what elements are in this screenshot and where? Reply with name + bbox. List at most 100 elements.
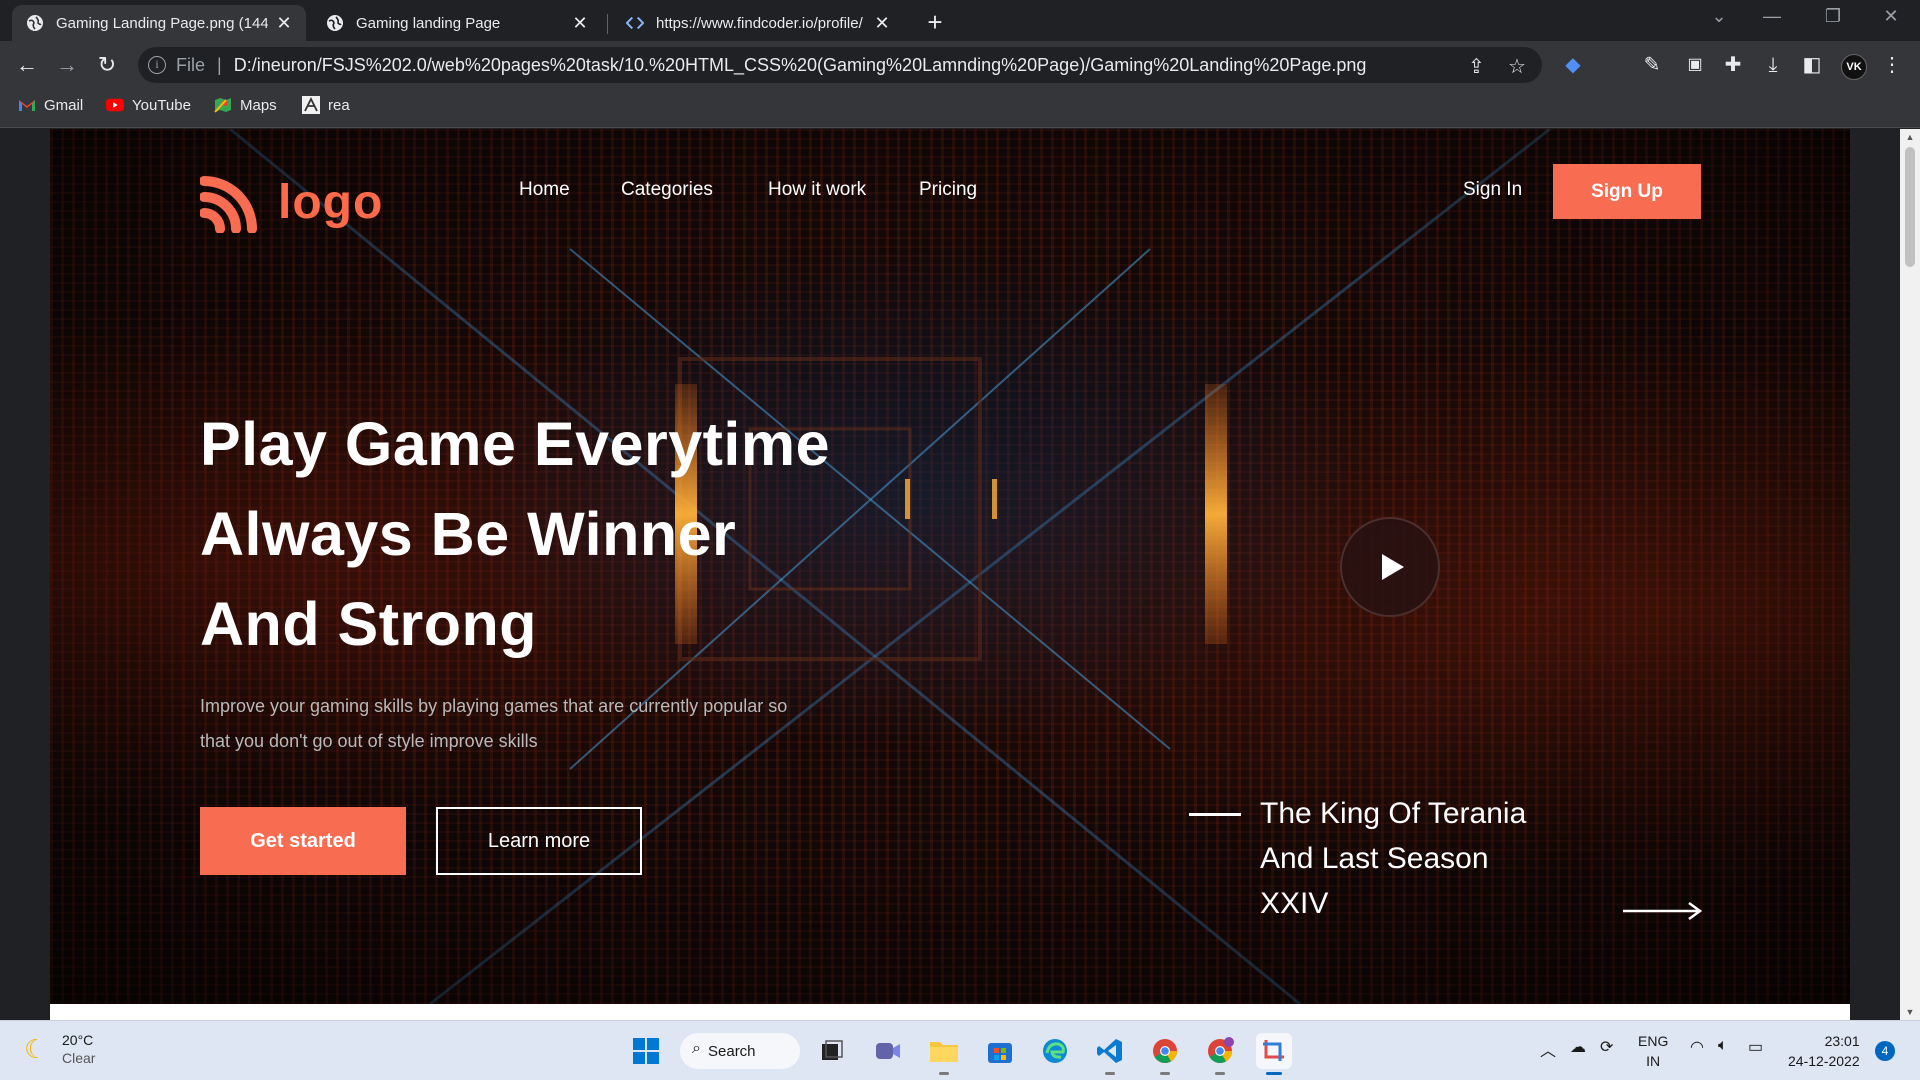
start-button[interactable] [628,1033,664,1069]
nav-how-it-work[interactable]: How it work [768,179,866,201]
scroll-thumb[interactable] [1905,147,1915,267]
back-button[interactable]: ← [11,49,43,81]
forward-button[interactable]: → [51,49,83,81]
extensions-puzzle-icon[interactable]: ✚ [1721,54,1745,78]
vscode-icon [1097,1039,1122,1063]
pen-icon[interactable]: ✎ [1640,54,1664,78]
search-icon: ⌕ [692,1040,701,1057]
next-section-edge [50,1004,1850,1020]
logo-text: logo [278,175,384,229]
task-view-button[interactable] [814,1033,850,1069]
avatar[interactable]: VK [1841,54,1867,80]
tab-gaming-landing-png[interactable]: Gaming Landing Page.png (1440 ✕ [12,5,306,41]
star-icon[interactable]: ☆ [1508,54,1526,79]
hero-headline: Play Game Everytime Always Be Winner And… [200,399,830,669]
page-viewport: logo Home Categories How it work Pricing… [0,129,1900,1020]
cloud-icon[interactable]: ☁ [1570,1037,1586,1057]
bookmark-maps[interactable]: Maps [214,96,277,114]
notification-badge[interactable]: 4 [1875,1041,1895,1061]
share-icon[interactable]: ⇪ [1468,54,1485,79]
nav-home[interactable]: Home [519,179,570,201]
store-button[interactable] [982,1033,1018,1069]
tab-findcoder[interactable]: https://www.findcoder.io/profile/ ✕ [612,5,904,41]
address-separator: | [217,54,222,75]
bookmark-youtube[interactable]: YouTube [106,96,191,114]
get-started-button[interactable]: Get started [200,807,406,875]
learn-more-button[interactable]: Learn more [436,807,642,875]
side-panel-icon[interactable]: ◧ [1800,54,1824,78]
wifi-icon[interactable]: ◠ [1690,1037,1704,1057]
browser-toolbar: ← → ↻ i File | D:/ineuron/FSJS%202.0/web… [0,41,1920,88]
url-text[interactable]: D:/ineuron/FSJS%202.0/web%20pages%20task… [234,55,1367,76]
menu-kebab-icon[interactable]: ⋮ [1880,54,1904,78]
extension-off-icon[interactable]: ▣ [1683,54,1707,78]
minimize-button[interactable]: — [1752,6,1792,27]
play-video-button[interactable] [1340,517,1440,617]
close-tab-icon[interactable]: ✕ [874,13,890,34]
close-window-button[interactable]: ✕ [1871,6,1911,27]
snipping-tool-icon [1263,1040,1284,1061]
scheme-label: File [176,54,206,75]
sync-icon[interactable]: ⟳ [1600,1037,1613,1057]
weather-temp: 20°C [62,1032,94,1048]
site-logo[interactable]: logo [200,171,383,233]
extension-gem-icon[interactable]: ◆ [1561,54,1585,78]
address-bar[interactable]: i File | D:/ineuron/FSJS%202.0/web%20pag… [138,47,1542,83]
page-scrollbar[interactable]: ▲ ▼ [1900,129,1920,1020]
tab-search-icon[interactable]: ⌄ [1699,6,1739,27]
windows-logo-icon [633,1038,659,1064]
scroll-down-arrow-icon[interactable]: ▼ [1900,1004,1920,1020]
play-icon [1381,554,1404,580]
bookmark-gmail[interactable]: Gmail [18,96,83,114]
edge-icon [1043,1039,1067,1063]
arrow-right-icon[interactable] [1623,901,1703,921]
tab-gaming-landing-page[interactable]: Gaming landing Page ✕ [312,5,602,41]
chrome-profile-button[interactable] [1202,1033,1238,1075]
globe-icon [26,14,44,32]
task-view-icon [822,1040,843,1060]
language-indicator[interactable]: ENG IN [1638,1031,1668,1071]
tab-separator [607,14,608,34]
nav-pricing[interactable]: Pricing [919,179,977,201]
hero-section: logo Home Categories How it work Pricing… [50,129,1850,1004]
folder-icon [930,1042,958,1062]
feature-dash-line [1189,813,1241,816]
download-icon[interactable]: ⤓ [1761,54,1785,78]
scroll-up-arrow-icon[interactable]: ▲ [1900,129,1920,145]
bookmarks-bar: Gmail YouTube Maps rea [0,88,1920,128]
battery-icon[interactable]: ▭ [1748,1037,1763,1057]
chrome-icon [1153,1039,1177,1064]
bookmark-app-icon [302,96,320,114]
chevron-up-icon[interactable]: ︿ [1540,1037,1556,1061]
nav-categories[interactable]: Categories [621,179,713,201]
system-clock[interactable]: 23:01 24-12-2022 [1788,1031,1860,1071]
restore-button[interactable]: ❐ [1813,6,1853,27]
sign-in-link[interactable]: Sign In [1463,179,1522,201]
info-icon[interactable]: i [148,56,166,74]
taskbar-search[interactable]: ⌕ Search [680,1033,800,1069]
youtube-icon [106,96,124,114]
code-icon [626,14,644,32]
running-indicator [1160,1072,1170,1075]
new-tab-button[interactable]: + [920,8,950,38]
chrome-button[interactable] [1147,1033,1183,1075]
reload-button[interactable]: ↻ [91,49,123,81]
running-indicator [1215,1072,1225,1075]
weather-widget[interactable]: ☾ 20°C Clear [24,1031,95,1067]
bookmark-rea[interactable]: rea [302,96,350,114]
file-explorer-button[interactable] [926,1033,962,1075]
teams-chat-button[interactable] [870,1033,906,1069]
gmail-icon [18,96,36,114]
volume-icon[interactable]: 🔈︎ [1718,1037,1728,1055]
sign-up-button[interactable]: Sign Up [1553,164,1701,219]
vscode-button[interactable] [1092,1033,1128,1075]
close-tab-icon[interactable]: ✕ [276,13,292,34]
close-tab-icon[interactable]: ✕ [572,13,588,34]
headline-line-3: And Strong [200,590,538,658]
headline-line-1: Play Game Everytime [200,410,831,478]
video-chat-icon [876,1043,900,1059]
snipping-tool-button[interactable] [1256,1033,1292,1075]
windows-taskbar: ☾ 20°C Clear ⌕ Search ︿ ☁ ⟳ ENG IN ◠ 🔈︎ … [0,1020,1920,1080]
headline-line-2: Always Be Winner [200,500,737,568]
edge-button[interactable] [1037,1033,1073,1069]
